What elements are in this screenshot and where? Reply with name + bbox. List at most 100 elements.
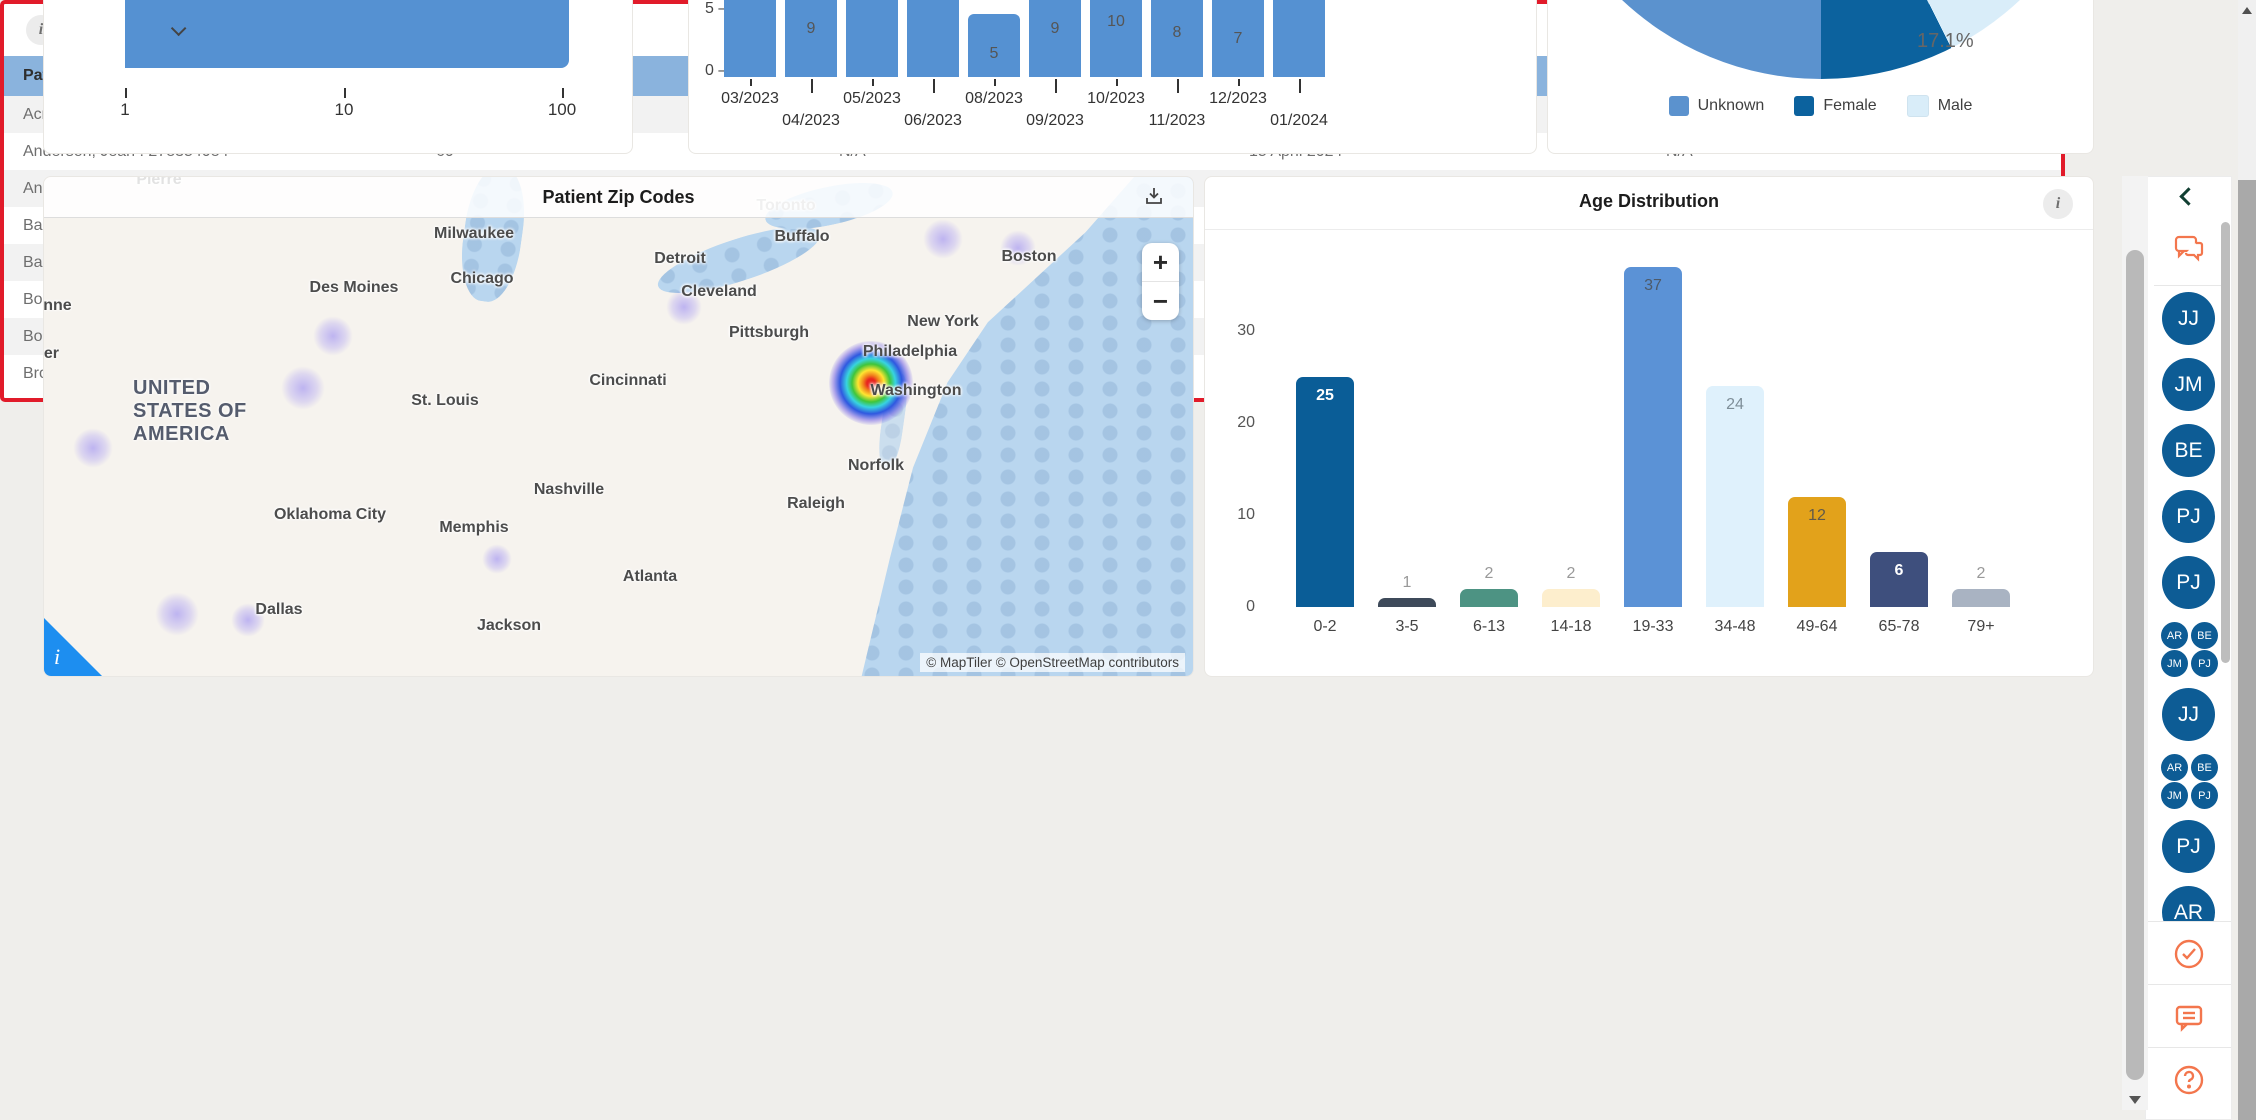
x-axis-tick	[1116, 79, 1118, 86]
avatar-small[interactable]: AR	[2161, 622, 2188, 649]
legend-item[interactable]: Male	[1907, 95, 1973, 117]
city-label: Memphis	[439, 519, 508, 537]
city-label: Norfolk	[848, 457, 904, 475]
bar-value-label: 8	[1173, 24, 1182, 42]
month-bar	[785, 0, 837, 77]
month-bar	[846, 0, 898, 77]
city-label: ver	[43, 345, 59, 363]
x-axis-tick-label: 65-78	[1879, 618, 1920, 636]
map-attribution: © MapTiler © OpenStreetMap contributors	[920, 653, 1185, 672]
check-circle-icon	[2172, 937, 2206, 971]
density-blob	[155, 592, 199, 636]
log-scale-bar	[125, 0, 569, 68]
x-axis-tick-label: 79+	[1967, 618, 1994, 636]
age-bar	[1624, 267, 1682, 607]
x-axis-tick	[1055, 79, 1057, 93]
x-axis-tick	[750, 79, 752, 86]
bar-value-label: 25	[1316, 387, 1334, 405]
y-axis-tick-label: 20	[1237, 414, 1255, 432]
legend-item[interactable]: Female	[1794, 96, 1876, 116]
chat-bubbles-button[interactable]	[2146, 229, 2231, 267]
density-blob	[482, 544, 512, 574]
map-title-bar: Patient Zip Codes	[44, 177, 1193, 218]
bar-value-label: 9	[1051, 20, 1060, 38]
age-distribution-title: Age Distribution	[1205, 191, 2093, 212]
avatar-small[interactable]: AR	[2161, 754, 2188, 781]
x-axis-tick	[872, 79, 874, 86]
bar-value-label: 2	[1485, 565, 1494, 583]
bar-value-label: 12	[1808, 507, 1826, 525]
legend-item[interactable]: Unknown	[1669, 96, 1765, 116]
avatar-small[interactable]: BE	[2191, 754, 2218, 781]
avatar-small[interactable]: JM	[2161, 782, 2188, 809]
avatar-small[interactable]: PJ	[2191, 782, 2218, 809]
chevron-left-icon	[2179, 187, 2197, 205]
zoom-out-button[interactable]: −	[1142, 281, 1179, 320]
city-label: Jackson	[477, 617, 541, 635]
avatar-small[interactable]: PJ	[2191, 650, 2218, 677]
city-label: Atlanta	[623, 568, 677, 586]
bar-value-label: 1	[1403, 574, 1412, 592]
content-scrollbar-thumb[interactable]	[2126, 250, 2144, 1080]
avatar-small[interactable]: JM	[2161, 650, 2188, 677]
message-square-icon	[2172, 1000, 2206, 1034]
x-axis-tick	[1177, 79, 1179, 93]
avatar-small[interactable]: BE	[2191, 622, 2218, 649]
avatar[interactable]: JJ	[2162, 292, 2215, 345]
bar-value-label: 24	[1726, 396, 1744, 414]
avatar[interactable]: PJ	[2162, 556, 2215, 609]
check-circle-button[interactable]	[2146, 921, 2231, 985]
help-circle-button[interactable]	[2146, 1047, 2231, 1111]
x-axis-tick	[125, 88, 127, 98]
card-divider	[1205, 229, 2093, 230]
window-scrollbar-thumb[interactable]	[2238, 180, 2256, 1120]
content-scrollbar[interactable]	[2122, 176, 2148, 1110]
bar-value-label: 9	[807, 20, 816, 38]
x-axis-tick-label: 34-48	[1715, 618, 1756, 636]
map-info-icon: i	[54, 644, 60, 670]
avatar[interactable]: PJ	[2162, 820, 2215, 873]
age-bar	[1296, 377, 1354, 607]
city-label: Dallas	[255, 601, 302, 619]
legend-label: Unknown	[1698, 97, 1765, 115]
collapse-sidebar-button[interactable]	[2146, 181, 2231, 211]
age-bar	[1378, 598, 1436, 607]
bar-value-label: 2	[1567, 565, 1576, 583]
bar-value-label: 6	[1895, 562, 1904, 580]
legend-swatch	[1794, 96, 1814, 116]
avatar[interactable]: AR	[2162, 886, 2215, 921]
x-axis-tick-label: 0-2	[1313, 618, 1336, 636]
info-icon[interactable]: i	[2043, 189, 2073, 219]
map-title: Patient Zip Codes	[542, 187, 694, 208]
avatar[interactable]: JJ	[2162, 688, 2215, 741]
legend-swatch	[1669, 96, 1689, 116]
age-distribution-card: Age Distribution i 0102030250-213-526-13…	[1204, 176, 2094, 677]
scroll-down-arrow-icon[interactable]	[2129, 1096, 2141, 1104]
help-circle-icon	[2172, 1063, 2206, 1097]
window-scrollbar[interactable]	[2238, 0, 2256, 1120]
avatar[interactable]: JM	[2162, 358, 2215, 411]
month-bar	[907, 0, 959, 77]
bar-value-label: 10	[1107, 13, 1125, 31]
city-label: Nashville	[534, 481, 604, 499]
map-info-corner[interactable]	[44, 618, 102, 676]
avatar[interactable]: BE	[2162, 424, 2215, 477]
avatar[interactable]: PJ	[2162, 490, 2215, 543]
zoom-in-button[interactable]: +	[1142, 243, 1179, 281]
x-axis-tick	[1238, 79, 1240, 86]
download-icon[interactable]	[1143, 185, 1165, 207]
message-square-button[interactable]	[2146, 984, 2231, 1048]
city-label: New York	[907, 313, 978, 331]
city-label: Cleveland	[681, 283, 757, 301]
usa-country-label: UNITEDSTATES OFAMERICA	[133, 377, 247, 446]
scroll-up-arrow-icon[interactable]	[2242, 7, 2252, 14]
legend-swatch	[1907, 95, 1929, 117]
monthly-visits-chart-card: 5 –0 –03/2023904/202305/202306/2023508/2…	[688, 0, 1537, 154]
x-axis-tick	[933, 79, 935, 93]
city-label: Oklahoma City	[274, 506, 386, 524]
city-label: Des Moines	[310, 279, 399, 297]
x-axis-tick	[811, 79, 813, 93]
sidebar-scrollbar-thumb[interactable]	[2221, 222, 2230, 663]
y-axis-tick-label: 10	[1237, 506, 1255, 524]
x-axis-tick-label: 3-5	[1395, 618, 1418, 636]
